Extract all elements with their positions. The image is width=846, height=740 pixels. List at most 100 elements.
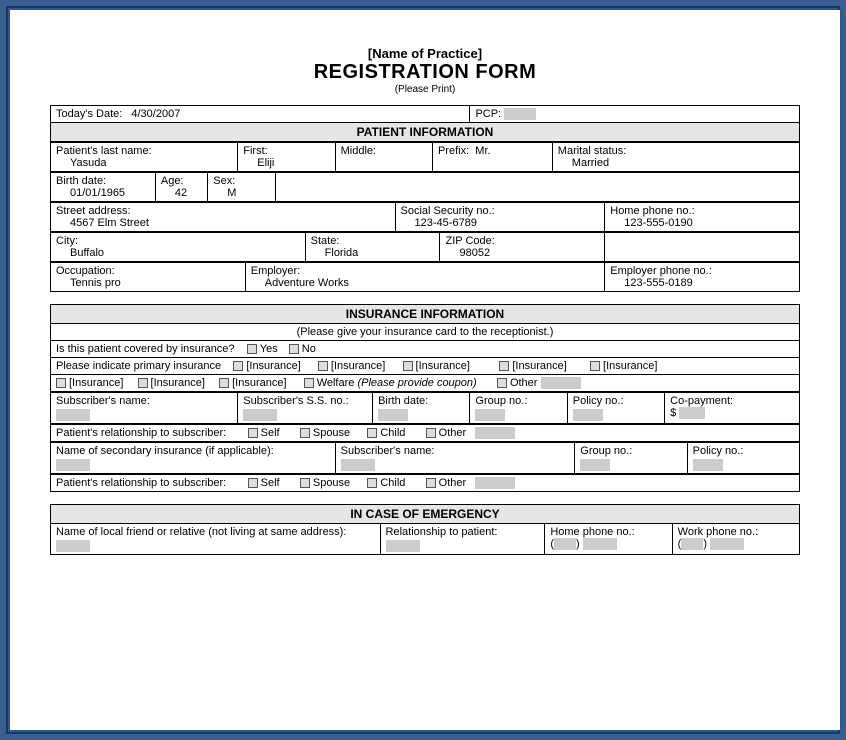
practice-name: [Name of Practice] [50, 46, 800, 61]
pcp-label: PCP: [475, 108, 501, 120]
secondary-group-label: Group no.: [580, 445, 681, 457]
emergency-table: IN CASE OF EMERGENCY Name of local frien… [50, 504, 800, 555]
insurance-option[interactable]: [Insurance] [590, 360, 657, 372]
employer-value: Adventure Works [265, 277, 600, 289]
policy-no-label: Policy no.: [573, 395, 659, 407]
sex-value: M [227, 187, 269, 199]
secondary-name-label: Name of secondary insurance (if applicab… [56, 445, 330, 457]
sex-label: Sex: [213, 175, 269, 187]
employer-label: Employer: [251, 265, 600, 277]
insurance-table: INSURANCE INFORMATION (Please give your … [50, 304, 800, 392]
insurance-option[interactable]: [Insurance] [138, 377, 205, 389]
home-phone-label: Home phone no.: [610, 205, 794, 217]
rel-spouse[interactable]: Spouse [300, 427, 350, 439]
covered-yes[interactable]: Yes [247, 343, 278, 355]
rel-self[interactable]: Self [248, 477, 280, 489]
blank-field[interactable] [679, 407, 705, 419]
date-label: Today's Date: [56, 108, 122, 120]
blank-field [475, 427, 515, 439]
patient-occupation-row: Occupation:Tennis pro Employer:Adventure… [50, 262, 800, 292]
blank-field [475, 477, 515, 489]
patient-info-heading: PATIENT INFORMATION [51, 123, 800, 142]
blank-field[interactable] [573, 409, 603, 421]
insurance-note: (Please give your insurance card to the … [51, 324, 800, 341]
ins-birth-label: Birth date: [378, 395, 464, 407]
blank-field[interactable] [56, 540, 90, 552]
blank-field[interactable] [583, 538, 617, 550]
checkbox-icon [56, 378, 66, 388]
marital-value: Married [572, 157, 794, 169]
checkbox-icon [289, 344, 299, 354]
blank-field[interactable] [710, 538, 744, 550]
checkbox-icon [300, 478, 310, 488]
checkbox-icon [497, 378, 507, 388]
secondary-subscriber-label: Subscriber's name: [341, 445, 570, 457]
checkbox-icon [219, 378, 229, 388]
checkbox-icon [403, 361, 413, 371]
insurance-option[interactable]: [Insurance] [56, 377, 123, 389]
rel-child[interactable]: Child [367, 477, 405, 489]
insurance-option[interactable]: [Insurance] [318, 360, 385, 372]
emergency-heading: IN CASE OF EMERGENCY [51, 505, 800, 524]
prefix-value: Mr. [475, 145, 490, 157]
state-label: State: [311, 235, 435, 247]
blank-field[interactable] [56, 409, 90, 421]
secondary-policy-label: Policy no.: [693, 445, 794, 457]
blank-field[interactable] [693, 459, 723, 471]
primary-insurance-label: Please indicate primary insurance [56, 360, 221, 372]
middle-name-label: Middle: [341, 145, 376, 157]
checkbox-icon [233, 361, 243, 371]
employer-phone-label: Employer phone no.: [610, 265, 794, 277]
blank-field[interactable] [554, 538, 576, 550]
checkbox-icon [248, 478, 258, 488]
checkbox-icon [300, 428, 310, 438]
rel-other[interactable]: Other [426, 427, 516, 439]
blank-field[interactable] [475, 409, 505, 421]
rel-other[interactable]: Other [426, 477, 516, 489]
blank-field[interactable] [386, 540, 420, 552]
birth-label: Birth date: [56, 175, 150, 187]
insurance-option[interactable]: [Insurance] [403, 360, 470, 372]
secondary-insurance-row: Name of secondary insurance (if applicab… [50, 442, 800, 474]
prefix-label: Prefix: [438, 145, 469, 157]
age-label: Age: [161, 175, 202, 187]
first-name-label: First: [243, 145, 329, 157]
street-value: 4567 Elm Street [70, 217, 390, 229]
dollar-sign: $ [670, 407, 676, 419]
blank-field[interactable] [243, 409, 277, 421]
checkbox-icon [499, 361, 509, 371]
covered-no[interactable]: No [289, 343, 316, 355]
rel-spouse[interactable]: Spouse [300, 477, 350, 489]
relationship-label: Patient's relationship to subscriber: [56, 477, 226, 489]
copay-label: Co-payment: [670, 395, 794, 407]
rel-self[interactable]: Self [248, 427, 280, 439]
meta-table: Today's Date: 4/30/2007 PCP: PATIENT INF… [50, 105, 800, 142]
patient-city-row: City:Buffalo State:Florida ZIP Code:9805… [50, 232, 800, 262]
blank-field[interactable] [681, 538, 703, 550]
pcp-blank[interactable] [504, 108, 536, 120]
emergency-home-phone-label: Home phone no.: [550, 526, 666, 538]
subscriber-ssn-label: Subscriber's S.S. no.: [243, 395, 367, 407]
occupation-label: Occupation: [56, 265, 240, 277]
age-value: 42 [175, 187, 202, 199]
city-label: City: [56, 235, 300, 247]
zip-value: 98052 [459, 247, 599, 259]
blank-field[interactable] [56, 459, 90, 471]
emergency-relationship-label: Relationship to patient: [386, 526, 540, 538]
registration-form-page: [Name of Practice] REGISTRATION FORM (Pl… [10, 10, 840, 730]
blank-field[interactable] [341, 459, 375, 471]
insurance-option[interactable]: [Insurance] [219, 377, 286, 389]
emergency-work-phone-label: Work phone no.: [678, 526, 794, 538]
blank-field[interactable] [378, 409, 408, 421]
checkbox-icon [247, 344, 257, 354]
street-label: Street address: [56, 205, 390, 217]
rel-child[interactable]: Child [367, 427, 405, 439]
welfare-option[interactable]: Welfare (Please provide coupon) [304, 377, 477, 389]
home-phone-value: 123-555-0190 [624, 217, 794, 229]
insurance-option[interactable]: [Insurance] [499, 360, 566, 372]
checkbox-icon [426, 478, 436, 488]
insurance-option[interactable]: [Insurance] [233, 360, 300, 372]
other-option[interactable]: Other [497, 377, 581, 389]
blank-field[interactable] [580, 459, 610, 471]
subscriber-name-label: Subscriber's name: [56, 395, 232, 407]
